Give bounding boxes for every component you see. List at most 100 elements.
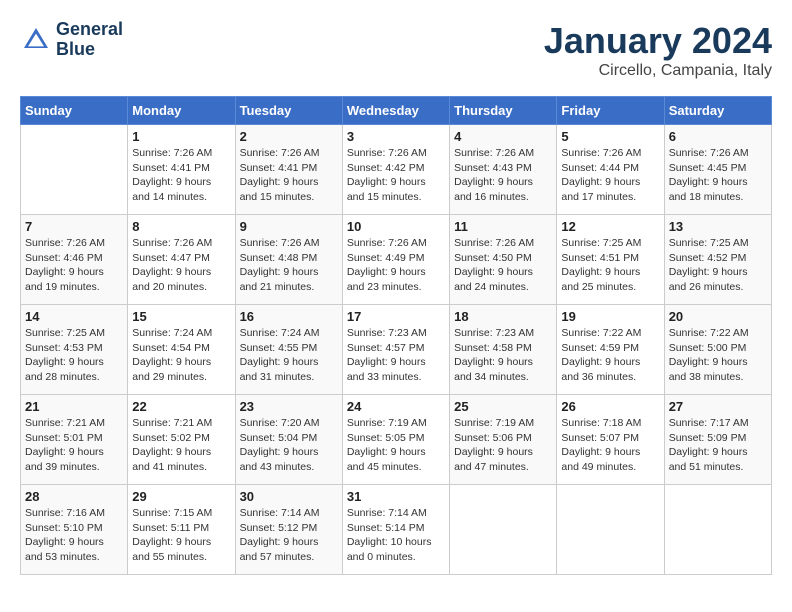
- calendar-cell: 16 Sunrise: 7:24 AMSunset: 4:55 PMDayligh…: [235, 305, 342, 395]
- day-info: Sunrise: 7:21 AMSunset: 5:01 PMDaylight:…: [25, 416, 123, 475]
- day-number: 30: [240, 489, 338, 504]
- day-info: Sunrise: 7:20 AMSunset: 5:04 PMDaylight:…: [240, 416, 338, 475]
- calendar-table: SundayMondayTuesdayWednesdayThursdayFrid…: [20, 96, 772, 575]
- calendar-week-row: 1 Sunrise: 7:26 AMSunset: 4:41 PMDaylight…: [21, 125, 772, 215]
- calendar-cell: 4 Sunrise: 7:26 AMSunset: 4:43 PMDaylight…: [450, 125, 557, 215]
- logo-icon: [20, 24, 52, 56]
- day-number: 1: [132, 129, 230, 144]
- calendar-cell: 19 Sunrise: 7:22 AMSunset: 4:59 PMDayligh…: [557, 305, 664, 395]
- day-number: 8: [132, 219, 230, 234]
- calendar-cell: 8 Sunrise: 7:26 AMSunset: 4:47 PMDaylight…: [128, 215, 235, 305]
- day-info: Sunrise: 7:26 AMSunset: 4:45 PMDaylight:…: [669, 146, 767, 205]
- day-number: 4: [454, 129, 552, 144]
- day-info: Sunrise: 7:15 AMSunset: 5:11 PMDaylight:…: [132, 506, 230, 565]
- day-number: 10: [347, 219, 445, 234]
- calendar-cell: 18 Sunrise: 7:23 AMSunset: 4:58 PMDayligh…: [450, 305, 557, 395]
- calendar-cell: [21, 125, 128, 215]
- calendar-cell: 23Sunrise: 7:20 AMSunset: 5:04 PMDayligh…: [235, 395, 342, 485]
- day-info: Sunrise: 7:23 AMSunset: 4:58 PMDaylight:…: [454, 326, 552, 385]
- day-info: Sunrise: 7:18 AMSunset: 5:07 PMDaylight:…: [561, 416, 659, 475]
- day-of-week-header: Tuesday: [235, 97, 342, 125]
- calendar-week-row: 14 Sunrise: 7:25 AMSunset: 4:53 PMDayligh…: [21, 305, 772, 395]
- calendar-week-row: 21 Sunrise: 7:21 AMSunset: 5:01 PMDayligh…: [21, 395, 772, 485]
- day-info: Sunrise: 7:22 AMSunset: 4:59 PMDaylight:…: [561, 326, 659, 385]
- calendar-cell: 5Sunrise: 7:26 AMSunset: 4:44 PMDaylight…: [557, 125, 664, 215]
- day-info: Sunrise: 7:26 AMSunset: 4:41 PMDaylight:…: [240, 146, 338, 205]
- day-number: 14: [25, 309, 123, 324]
- calendar-cell: 2 Sunrise: 7:26 AMSunset: 4:41 PMDaylight…: [235, 125, 342, 215]
- calendar-cell: 29Sunrise: 7:15 AMSunset: 5:11 PMDayligh…: [128, 485, 235, 575]
- logo: General Blue: [20, 20, 123, 60]
- day-info: Sunrise: 7:26 AMSunset: 4:49 PMDaylight:…: [347, 236, 445, 295]
- calendar-cell: 28 Sunrise: 7:16 AMSunset: 5:10 PMDayligh…: [21, 485, 128, 575]
- logo-text: General Blue: [56, 20, 123, 60]
- day-info: Sunrise: 7:24 AMSunset: 4:54 PMDaylight:…: [132, 326, 230, 385]
- day-of-week-header: Thursday: [450, 97, 557, 125]
- calendar-cell: 17 Sunrise: 7:23 AMSunset: 4:57 PMDayligh…: [342, 305, 449, 395]
- calendar-cell: 20Sunrise: 7:22 AMSunset: 5:00 PMDayligh…: [664, 305, 771, 395]
- day-number: 2: [240, 129, 338, 144]
- day-info: Sunrise: 7:16 AMSunset: 5:10 PMDaylight:…: [25, 506, 123, 565]
- calendar-cell: 31 Sunrise: 7:14 AMSunset: 5:14 PMDayligh…: [342, 485, 449, 575]
- day-number: 21: [25, 399, 123, 414]
- day-info: Sunrise: 7:26 AMSunset: 4:47 PMDaylight:…: [132, 236, 230, 295]
- day-number: 15: [132, 309, 230, 324]
- day-info: Sunrise: 7:26 AMSunset: 4:46 PMDaylight:…: [25, 236, 123, 295]
- day-number: 11: [454, 219, 552, 234]
- calendar-cell: 15 Sunrise: 7:24 AMSunset: 4:54 PMDayligh…: [128, 305, 235, 395]
- day-number: 28: [25, 489, 123, 504]
- calendar-cell: 26 Sunrise: 7:18 AMSunset: 5:07 PMDayligh…: [557, 395, 664, 485]
- calendar-cell: 7 Sunrise: 7:26 AMSunset: 4:46 PMDaylight…: [21, 215, 128, 305]
- calendar-week-row: 7 Sunrise: 7:26 AMSunset: 4:46 PMDaylight…: [21, 215, 772, 305]
- day-of-week-header: Monday: [128, 97, 235, 125]
- calendar-week-row: 28 Sunrise: 7:16 AMSunset: 5:10 PMDayligh…: [21, 485, 772, 575]
- day-info: Sunrise: 7:23 AMSunset: 4:57 PMDaylight:…: [347, 326, 445, 385]
- calendar-cell: 27Sunrise: 7:17 AMSunset: 5:09 PMDayligh…: [664, 395, 771, 485]
- calendar-cell: 21 Sunrise: 7:21 AMSunset: 5:01 PMDayligh…: [21, 395, 128, 485]
- day-info: Sunrise: 7:17 AMSunset: 5:09 PMDaylight:…: [669, 416, 767, 475]
- page-header: General Blue January 2024 Circello, Camp…: [20, 20, 772, 80]
- calendar-header-row: SundayMondayTuesdayWednesdayThursdayFrid…: [21, 97, 772, 125]
- day-number: 19: [561, 309, 659, 324]
- day-number: 6: [669, 129, 767, 144]
- calendar-cell: 24Sunrise: 7:19 AMSunset: 5:05 PMDayligh…: [342, 395, 449, 485]
- day-info: Sunrise: 7:26 AMSunset: 4:41 PMDaylight:…: [132, 146, 230, 205]
- day-number: 26: [561, 399, 659, 414]
- day-of-week-header: Saturday: [664, 97, 771, 125]
- calendar-cell: 9 Sunrise: 7:26 AMSunset: 4:48 PMDaylight…: [235, 215, 342, 305]
- day-number: 3: [347, 129, 445, 144]
- calendar-cell: [557, 485, 664, 575]
- day-number: 7: [25, 219, 123, 234]
- day-info: Sunrise: 7:25 AMSunset: 4:53 PMDaylight:…: [25, 326, 123, 385]
- calendar-cell: 1 Sunrise: 7:26 AMSunset: 4:41 PMDaylight…: [128, 125, 235, 215]
- calendar-cell: 12Sunrise: 7:25 AMSunset: 4:51 PMDayligh…: [557, 215, 664, 305]
- day-info: Sunrise: 7:26 AMSunset: 4:48 PMDaylight:…: [240, 236, 338, 295]
- day-info: Sunrise: 7:19 AMSunset: 5:05 PMDaylight:…: [347, 416, 445, 475]
- month-title: January 2024: [544, 20, 772, 62]
- day-number: 25: [454, 399, 552, 414]
- day-number: 18: [454, 309, 552, 324]
- day-number: 9: [240, 219, 338, 234]
- day-info: Sunrise: 7:24 AMSunset: 4:55 PMDaylight:…: [240, 326, 338, 385]
- day-number: 13: [669, 219, 767, 234]
- calendar-cell: 6 Sunrise: 7:26 AMSunset: 4:45 PMDaylight…: [664, 125, 771, 215]
- day-info: Sunrise: 7:26 AMSunset: 4:50 PMDaylight:…: [454, 236, 552, 295]
- calendar-cell: 30Sunrise: 7:14 AMSunset: 5:12 PMDayligh…: [235, 485, 342, 575]
- day-info: Sunrise: 7:19 AMSunset: 5:06 PMDaylight:…: [454, 416, 552, 475]
- day-info: Sunrise: 7:14 AMSunset: 5:14 PMDaylight:…: [347, 506, 445, 565]
- day-number: 5: [561, 129, 659, 144]
- calendar-cell: 13 Sunrise: 7:25 AMSunset: 4:52 PMDayligh…: [664, 215, 771, 305]
- calendar-cell: 3Sunrise: 7:26 AMSunset: 4:42 PMDaylight…: [342, 125, 449, 215]
- day-of-week-header: Sunday: [21, 97, 128, 125]
- location-subtitle: Circello, Campania, Italy: [544, 62, 772, 80]
- day-number: 16: [240, 309, 338, 324]
- day-info: Sunrise: 7:22 AMSunset: 5:00 PMDaylight:…: [669, 326, 767, 385]
- title-block: January 2024 Circello, Campania, Italy: [544, 20, 772, 80]
- day-info: Sunrise: 7:26 AMSunset: 4:43 PMDaylight:…: [454, 146, 552, 205]
- day-number: 31: [347, 489, 445, 504]
- day-info: Sunrise: 7:25 AMSunset: 4:52 PMDaylight:…: [669, 236, 767, 295]
- day-of-week-header: Friday: [557, 97, 664, 125]
- day-number: 17: [347, 309, 445, 324]
- day-info: Sunrise: 7:21 AMSunset: 5:02 PMDaylight:…: [132, 416, 230, 475]
- day-number: 22: [132, 399, 230, 414]
